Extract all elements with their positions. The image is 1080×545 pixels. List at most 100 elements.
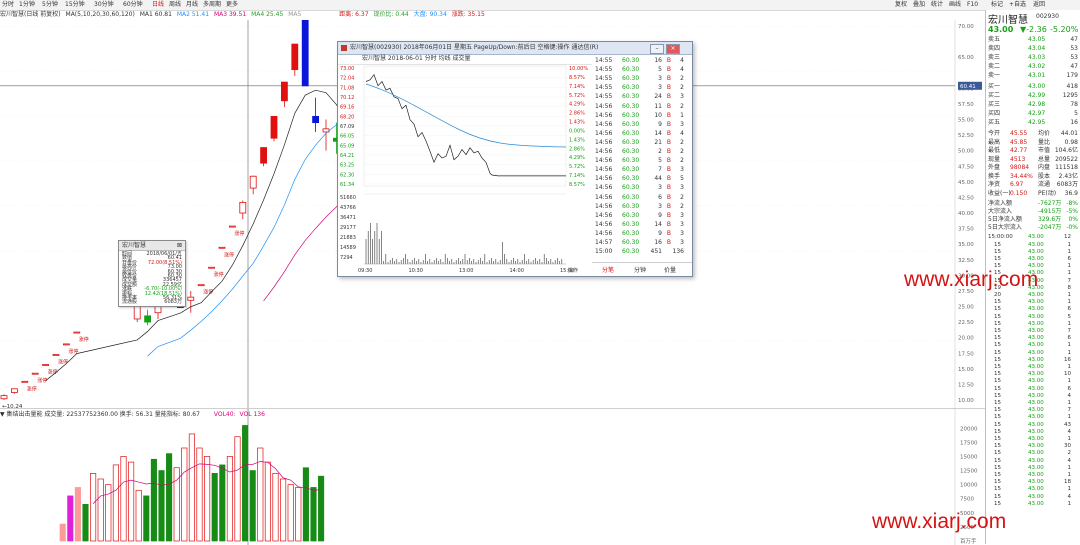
close-button[interactable]: × xyxy=(666,44,680,54)
candle-body xyxy=(228,225,236,228)
trade-row[interactable]: 14:56 60.30 9 B 3 xyxy=(592,120,688,129)
limit-up-tag: 涨停 xyxy=(203,289,213,296)
infobox-titlebar[interactable]: 宏川智慧 ⊠ xyxy=(119,241,185,251)
trade-row[interactable]: 14:56 60.30 14 B 4 xyxy=(592,129,688,138)
candle-body xyxy=(42,364,49,366)
period-tab-5[interactable]: 60分钟 xyxy=(123,1,143,9)
intraday-chart[interactable]: 73.00 72.04 71.08 70.12 69.16 68.20 67.09 66.05… xyxy=(338,54,592,274)
stat-label: 今开 xyxy=(988,130,1001,137)
toolbar-right-tab-0[interactable]: 复权 xyxy=(895,1,907,9)
tick-row: 15 43.00 1 xyxy=(986,436,1080,443)
trade-row[interactable]: 14:56 60.30 10 B 1 xyxy=(592,111,688,120)
trade-row[interactable]: 14:55 60.30 16 B 4 xyxy=(592,56,688,65)
intraday-pct-label: 5.72% xyxy=(569,164,585,170)
volume-bar xyxy=(112,464,119,542)
intraday-volume-label: 21883 xyxy=(340,235,356,241)
trade-price: 60.30 xyxy=(622,102,640,110)
tick-price: 43.00 xyxy=(1028,349,1044,356)
period-tab-2[interactable]: 5分钟 xyxy=(42,1,58,9)
trade-row[interactable]: 14:56 60.30 7 B 3 xyxy=(592,165,688,174)
period-tab-4[interactable]: 30分钟 xyxy=(94,1,114,9)
toolbar-right-tab-4[interactable]: F10 xyxy=(967,1,978,9)
candle-info-box[interactable]: 宏川智慧 ⊠ 时间 2018/06/01/五 数值 60.41 开盘价 72.00(8.5… xyxy=(118,240,186,307)
period-tab-9[interactable]: 多周期 xyxy=(203,1,221,9)
trade-price: 60.30 xyxy=(622,239,640,246)
flow-value: -7627万 xyxy=(1038,200,1062,207)
infobox-key: 流通股 xyxy=(122,299,138,306)
toolbar-right-tab-6[interactable]: +自选 xyxy=(1009,1,1026,9)
tick-price: 43.00 xyxy=(1028,421,1044,428)
tick-price: 43.00 xyxy=(1028,407,1044,414)
tick-volume: 43 xyxy=(1064,421,1071,428)
tick-time: 20 xyxy=(994,291,1001,298)
trade-row[interactable]: 15:00 60.30 451 136 xyxy=(592,247,688,256)
tab-minutes[interactable]: 分钟 xyxy=(634,265,646,274)
trade-row[interactable]: 14:55 60.30 3 B 2 xyxy=(592,74,688,83)
trade-volume: 44 xyxy=(654,175,662,183)
trade-row[interactable]: 14:56 60.30 6 B 2 xyxy=(592,193,688,202)
trade-row[interactable]: 14:56 60.30 2 B 2 xyxy=(592,147,688,156)
period-tab-10[interactable]: 更多 xyxy=(226,1,238,9)
tick-price: 43.00 xyxy=(1028,306,1044,313)
tick-time: 15 xyxy=(994,241,1001,248)
volume-bar xyxy=(143,495,150,542)
tab-price-volume[interactable]: 价量 xyxy=(664,265,676,274)
bid-row: 买三 42.98 78 xyxy=(986,101,1080,109)
tick-volume: 10 xyxy=(1064,371,1071,378)
ma5-value: MA5 xyxy=(288,11,302,18)
price-tick-label: 15.00 xyxy=(958,367,974,373)
toolbar-right-tab-7[interactable]: 返回 xyxy=(1033,1,1045,9)
toolbar-right-tab-5[interactable]: 标记 xyxy=(991,1,1003,9)
price-tick-label: 55.00 xyxy=(958,118,974,124)
trade-time: 14:56 xyxy=(595,166,613,174)
volume-bar xyxy=(128,461,135,542)
trade-row[interactable]: 14:56 60.30 5 B 2 xyxy=(592,156,688,165)
period-tab-6[interactable]: 日线 xyxy=(152,1,164,9)
period-tab-3[interactable]: 15分钟 xyxy=(65,1,85,9)
period-tab-8[interactable]: 月线 xyxy=(186,1,198,9)
tick-row: 15 43.00 43 xyxy=(986,422,1080,429)
trade-price: 60.30 xyxy=(622,129,640,137)
limit-up-tag: 涨停 xyxy=(58,358,68,365)
period-tab-7[interactable]: 周线 xyxy=(169,1,181,9)
trade-flag: B xyxy=(666,102,671,110)
tick-volume: 1 xyxy=(1067,399,1072,406)
price-tick-label: 12.50 xyxy=(958,382,974,388)
trade-row[interactable]: 14:55 60.30 24 B 3 xyxy=(592,92,688,101)
tick-volume: 1 xyxy=(1067,486,1072,493)
intraday-popup-window[interactable]: 宏川智慧(002930) 2018年06月01日 星期五 PageUp/Down… xyxy=(337,41,693,277)
volume-chart[interactable]: 2000017500150001250010000750050002500百万手 xyxy=(0,408,985,545)
trade-row[interactable]: 14:55 60.30 5 B 4 xyxy=(592,65,688,74)
trade-row[interactable]: 14:56 60.30 11 B 2 xyxy=(592,102,688,111)
trade-count: 3 xyxy=(680,120,684,128)
minimize-button[interactable]: – xyxy=(650,44,664,54)
candle-body xyxy=(10,388,18,393)
period-tab-1[interactable]: 1分钟 xyxy=(19,1,35,9)
close-icon[interactable]: ⊠ xyxy=(177,241,182,250)
tick-price: 43.00 xyxy=(1028,371,1044,378)
trade-price: 60.30 xyxy=(622,202,640,210)
trade-row[interactable]: 14:55 60.30 3 B 2 xyxy=(592,83,688,92)
trade-row[interactable]: 14:56 60.30 3 B 3 xyxy=(592,183,688,192)
bid-label: 买一 xyxy=(988,83,1001,90)
volume-bar xyxy=(188,433,195,542)
flow-value: 329.6万 xyxy=(1038,216,1062,223)
trade-flag: B xyxy=(666,184,671,192)
trade-row[interactable]: 14:56 60.30 9 B 3 xyxy=(592,211,688,220)
trade-row[interactable]: 14:56 60.30 21 B 2 xyxy=(592,138,688,147)
quote-stat-row: 外盘 98084 内盘 111518 xyxy=(986,164,1080,172)
toolbar-right-tab-2[interactable]: 统计 xyxy=(931,1,943,9)
trade-row[interactable]: 14:56 60.30 3 B 2 xyxy=(592,202,688,211)
trade-row[interactable]: 14:56 60.30 14 B 3 xyxy=(592,220,688,229)
tick-volume: 1 xyxy=(1067,471,1072,478)
toolbar-right-tab-3[interactable]: 画线 xyxy=(949,1,961,9)
toolbar-right-tab-1[interactable]: 叠加 xyxy=(913,1,925,9)
ask-label: 卖一 xyxy=(988,72,1001,79)
trade-row[interactable]: 14:57 60.30 16 B 3 xyxy=(592,238,688,247)
trade-row[interactable]: 14:56 60.30 44 B 5 xyxy=(592,174,688,183)
trade-row[interactable]: 14:56 60.30 9 B 3 xyxy=(592,229,688,238)
period-tab-0[interactable]: 分时 xyxy=(2,1,14,9)
tab-trades[interactable]: 分笔 xyxy=(602,265,614,274)
trade-count: 3 xyxy=(680,220,684,228)
tick-price: 43.00 xyxy=(1028,313,1044,320)
